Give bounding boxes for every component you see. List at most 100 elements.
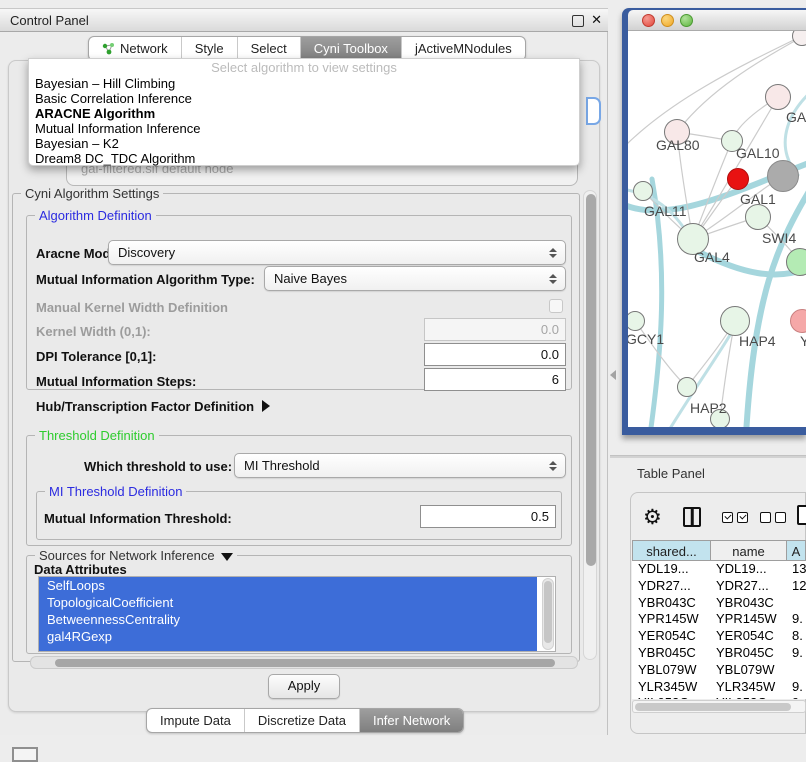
table-hscrollbar-track[interactable] (632, 700, 806, 713)
attribute-item-selected[interactable]: gal4RGexp (39, 628, 537, 645)
node-label-GAL11: GAL11 (644, 203, 687, 219)
table-row[interactable]: YBR045C YBR045C 9. (632, 645, 806, 662)
splitpane-collapse-arrow[interactable] (610, 370, 616, 380)
tab-jactivemnodules[interactable]: jActiveMNodules (402, 37, 525, 60)
deselect-all-checkbox-icon[interactable] (775, 512, 786, 523)
network-icon (102, 42, 115, 55)
select-all-checkbox-icon[interactable] (737, 512, 748, 523)
settings-scrollbar-track[interactable] (583, 190, 597, 660)
node-HAP4[interactable] (720, 306, 750, 336)
table-row[interactable]: YDR27... YDR27... 12 (632, 578, 806, 595)
table-row[interactable]: YDL19... YDL19... 13 (632, 561, 806, 578)
kernel-width-label: Kernel Width (0,1): (36, 324, 151, 339)
attribute-item-selected[interactable]: BetweennessCentrality (39, 611, 537, 628)
settings-hscrollbar-track[interactable] (30, 656, 578, 669)
aracne-mode-combo[interactable]: Discovery (108, 240, 566, 265)
network-canvas[interactable]: GAL GAL80 GAL10 GAL1 GAL11 SWI4 GAL4 GCY… (628, 31, 806, 427)
settings-gear-icon[interactable]: ⚙ (643, 505, 662, 530)
expanded-arrow-icon[interactable] (221, 553, 233, 561)
node-label-SWI4: SWI4 (762, 230, 796, 246)
table-row[interactable]: YLR345W YLR345W 9. (632, 679, 806, 696)
attribute-list-scrollbar-thumb[interactable] (544, 581, 552, 643)
mi-threshold-label: Mutual Information Threshold: (44, 511, 232, 526)
tab-impute-data[interactable]: Impute Data (147, 709, 245, 732)
tab-cyni-toolbox[interactable]: Cyni Toolbox (301, 37, 402, 60)
mi-threshold-legend: MI Threshold Definition (45, 484, 186, 499)
algorithm-option[interactable]: Mutual Information Inference (29, 121, 579, 136)
node-bright-green[interactable] (786, 248, 806, 276)
table-row[interactable]: YPR145W YPR145W 9. (632, 611, 806, 628)
column-header-name[interactable]: name (710, 540, 786, 561)
attribute-item-selected[interactable]: SelfLoops (39, 577, 537, 594)
combo-stepper-icon (549, 274, 557, 284)
algorithm-option[interactable]: Bayesian – K2 (29, 136, 579, 151)
which-threshold-combo[interactable]: MI Threshold (234, 453, 566, 478)
table-panel-title: Table Panel (637, 466, 705, 481)
close-traffic-light[interactable] (642, 14, 655, 27)
combo-stepper-icon (549, 461, 557, 471)
algorithm-option-selected[interactable]: ARACNE Algorithm (29, 106, 579, 121)
mi-steps-label: Mutual Information Steps: (36, 374, 196, 389)
floating-window-icon[interactable] (12, 747, 38, 762)
minimize-traffic-light[interactable] (661, 14, 674, 27)
collapsed-arrow-icon[interactable] (262, 400, 270, 412)
tab-select[interactable]: Select (238, 37, 301, 60)
inference-algorithm-combo-fragment[interactable] (586, 97, 601, 125)
kernel-width-field[interactable]: 0.0 (424, 318, 566, 341)
attribute-item-selected[interactable]: TopologicalCoefficient (39, 594, 537, 611)
mi-steps-field[interactable]: 6 (424, 368, 566, 391)
tab-infer-network[interactable]: Infer Network (360, 709, 463, 732)
mi-algorithm-type-label: Mutual Information Algorithm Type: (36, 272, 255, 287)
cyni-algorithm-settings-legend: Cyni Algorithm Settings (21, 186, 163, 201)
node-label-GAL80: GAL80 (656, 137, 700, 153)
tab-style[interactable]: Style (182, 37, 238, 60)
mi-algorithm-type-combo[interactable]: Naive Bayes (264, 266, 566, 291)
node-HAP2[interactable] (677, 377, 697, 397)
float-window-icon[interactable] (572, 15, 584, 27)
document-icon[interactable] (797, 505, 806, 525)
dpi-tolerance-label: DPI Tolerance [0,1]: (36, 349, 156, 364)
column-header-partial[interactable]: A (786, 540, 806, 561)
combo-stepper-icon (549, 248, 557, 258)
attribute-list-scrollbar-track[interactable] (542, 578, 554, 650)
node-GAL1-red[interactable] (727, 168, 749, 190)
node-label-GAL-partial: GAL (786, 109, 806, 125)
dpi-tolerance-field[interactable]: 0.0 (424, 343, 566, 366)
table-row[interactable]: YIL052C YIL052C 9. (632, 695, 806, 699)
apply-button[interactable]: Apply (268, 674, 340, 699)
column-header-shared-name[interactable]: shared... (632, 540, 710, 561)
table-row[interactable]: YBL079W YBL079W (632, 662, 806, 679)
node-label-HAP4: HAP4 (739, 333, 776, 349)
algorithm-popup-prompt: Select algorithm to view settings (29, 59, 579, 76)
network-window-titlebar[interactable] (628, 10, 806, 31)
node-gray[interactable] (767, 160, 799, 192)
attribute-item-partial[interactable] (39, 645, 537, 652)
manual-kernel-checkbox[interactable] (549, 299, 563, 313)
tab-network[interactable]: Network (89, 37, 182, 60)
table-row[interactable]: YER054C YER054C 8. (632, 628, 806, 645)
table-hscrollbar-thumb[interactable] (635, 703, 791, 711)
select-all-checkbox-icon[interactable] (722, 512, 733, 523)
column-layout-icon[interactable] (683, 507, 701, 527)
hub-definition-section[interactable]: Hub/Transcription Factor Definition (36, 399, 270, 414)
algorithm-option[interactable]: Dream8 DC_TDC Algorithm (29, 151, 579, 166)
algorithm-definition-legend: Algorithm Definition (35, 208, 156, 223)
node-GAL-partial[interactable] (765, 84, 791, 110)
algorithm-option[interactable]: Bayesian – Hill Climbing (29, 76, 579, 91)
node-GAL11[interactable] (633, 181, 653, 201)
settings-hscrollbar-thumb[interactable] (55, 659, 555, 667)
which-threshold-label: Which threshold to use: (84, 459, 232, 474)
deselect-all-checkbox-icon[interactable] (760, 512, 771, 523)
table-row[interactable]: YBR043C YBR043C (632, 595, 806, 612)
algorithm-option[interactable]: Basic Correlation Inference (29, 91, 579, 106)
close-icon[interactable]: ✕ (591, 12, 602, 28)
node-SWI4[interactable] (745, 204, 771, 230)
zoom-traffic-light[interactable] (680, 14, 693, 27)
mi-threshold-field[interactable]: 0.5 (420, 505, 556, 528)
data-attributes-label: Data Attributes (34, 562, 127, 577)
tab-discretize-data[interactable]: Discretize Data (245, 709, 360, 732)
control-panel-title: Control Panel (10, 13, 89, 28)
node-label-Y-partial: Y (800, 333, 806, 349)
settings-scrollbar-thumb[interactable] (586, 194, 596, 566)
application-root: Control Panel ✕ Network Style Select Cyn… (0, 0, 806, 762)
